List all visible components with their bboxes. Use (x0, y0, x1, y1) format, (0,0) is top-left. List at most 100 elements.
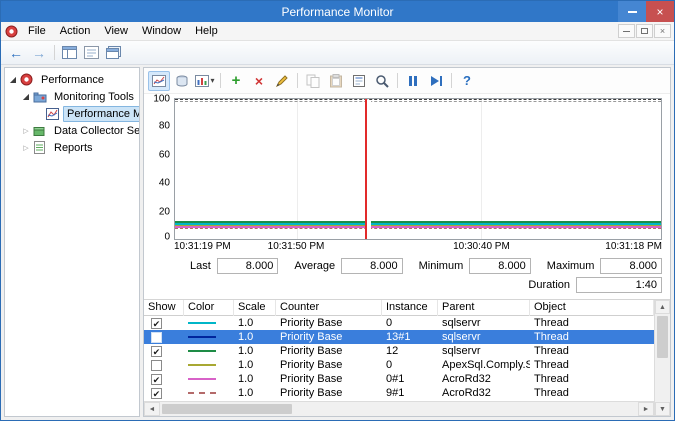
instance-cell: 13#1 (382, 330, 438, 344)
highlight-button[interactable] (271, 71, 293, 91)
minimize-button[interactable] (618, 1, 646, 22)
play-icon (431, 76, 439, 86)
tree-expander-icon[interactable]: ▷ (20, 127, 32, 135)
parent-cell: sqlservr (438, 344, 530, 358)
tree-item-label: Performance Monitor (63, 106, 140, 122)
menu-action[interactable]: Action (53, 23, 98, 39)
close-button[interactable]: × (646, 1, 674, 22)
delete-counter-button[interactable]: × (248, 71, 270, 91)
scroll-down-button[interactable]: ▼ (655, 402, 670, 416)
scroll-right-button[interactable]: ► (638, 402, 654, 416)
vertical-scrollbar[interactable]: ▲ ▼ (654, 300, 670, 416)
tree-item-data-collector-sets[interactable]: ▷ Data Collector Sets (5, 122, 139, 139)
scroll-up-button[interactable]: ▲ (655, 300, 670, 314)
tree-expander-icon[interactable]: ◢ (20, 92, 32, 101)
object-cell: Thread (530, 330, 654, 344)
show-checkbox[interactable] (151, 332, 162, 343)
parent-cell: ApexSql.Comply.Service (438, 358, 530, 372)
tree-expander-icon[interactable]: ▷ (20, 144, 32, 152)
mdi-minimize-button[interactable] (618, 24, 635, 38)
mdi-restore-button[interactable] (636, 24, 653, 38)
object-cell: Thread (530, 372, 654, 386)
minimum-value: 8.000 (469, 258, 531, 274)
y-tick: 60 (159, 149, 170, 160)
x-tick: 10:30:40 PM (453, 241, 510, 252)
toolbar-separator (451, 73, 452, 88)
counter-row[interactable]: ✔ 1.0 Priority Base 9#1 AcroRd32 Thread (144, 386, 654, 400)
counter-cell: Priority Base (276, 344, 382, 358)
new-window-button[interactable] (103, 43, 124, 63)
parent-cell: sqlservr (438, 316, 530, 330)
instance-cell: 12 (382, 344, 438, 358)
add-counter-button[interactable]: + (225, 71, 247, 91)
forward-button[interactable]: → (28, 45, 50, 61)
show-checkbox[interactable]: ✔ (151, 346, 162, 357)
chevron-down-icon: ▾ (210, 76, 214, 85)
menu-help[interactable]: Help (188, 23, 225, 39)
column-header-show[interactable]: Show (144, 300, 184, 316)
show-checkbox[interactable]: ✔ (151, 388, 162, 399)
color-swatch (188, 378, 216, 380)
counter-row[interactable]: ✔ 1.0 Priority Base 0 sqlservr Thread (144, 316, 654, 330)
title-bar[interactable]: Performance Monitor × (1, 1, 674, 22)
show-checkbox[interactable]: ✔ (151, 374, 162, 385)
view-current-activity-button[interactable] (148, 71, 170, 91)
counter-row[interactable]: ✔ 1.0 Priority Base 0#1 AcroRd32 Thread (144, 372, 654, 386)
scale-cell: 1.0 (234, 316, 276, 330)
help-button[interactable]: ? (456, 71, 478, 91)
scroll-left-button[interactable]: ◄ (144, 402, 160, 416)
instance-cell: 9#1 (382, 386, 438, 400)
column-header-counter[interactable]: Counter (276, 300, 382, 316)
menu-file[interactable]: File (21, 23, 53, 39)
show-checkbox[interactable]: ✔ (151, 318, 162, 329)
toolbar-separator (297, 73, 298, 88)
show-hide-console-tree-button[interactable] (59, 43, 80, 63)
tree-item-monitoring-tools[interactable]: ◢ Monitoring Tools (5, 88, 139, 105)
tree-item-label: Data Collector Sets (50, 123, 140, 139)
back-button[interactable]: ← (5, 45, 27, 61)
counter-row[interactable]: ✔ 1.0 Priority Base 12 sqlservr Thread (144, 344, 654, 358)
horizontal-scroll-thumb[interactable] (162, 404, 292, 414)
properties-button[interactable] (348, 71, 370, 91)
parent-cell: AcroRd32 (438, 386, 530, 400)
instance-cell: 0 (382, 316, 438, 330)
vertical-scroll-track[interactable] (655, 314, 670, 402)
mdi-close-button[interactable]: × (654, 24, 671, 38)
horizontal-scrollbar[interactable]: ◄ ► (144, 401, 654, 416)
counter-row[interactable]: 1.0 Priority Base 0 ApexSql.Comply.Servi… (144, 358, 654, 372)
menu-view[interactable]: View (97, 23, 135, 39)
menu-window[interactable]: Window (135, 23, 188, 39)
main-area: ◢ Performance ◢ Monitoring Tools Perform… (1, 65, 674, 420)
tree-expander-icon[interactable]: ◢ (7, 75, 19, 84)
object-cell: Thread (530, 316, 654, 330)
zoom-button[interactable] (371, 71, 393, 91)
tree-item-performance-monitor[interactable]: Performance Monitor (5, 105, 139, 122)
toolbar-separator (397, 73, 398, 88)
scale-cell: 1.0 (234, 372, 276, 386)
mdi-restore-icon (641, 28, 648, 34)
counter-cell: Priority Base (276, 330, 382, 344)
update-data-button[interactable] (425, 71, 447, 91)
change-graph-type-button[interactable]: ▾ (194, 71, 216, 91)
performance-monitor-pane: ▾ + × (143, 67, 671, 417)
tree-item-label: Reports (50, 140, 97, 156)
y-tick: 0 (164, 232, 170, 243)
horizontal-scroll-track[interactable] (160, 402, 638, 416)
show-checkbox[interactable] (151, 360, 162, 371)
column-header-color[interactable]: Color (184, 300, 234, 316)
properties-window-button[interactable] (81, 43, 102, 63)
tree-item-performance[interactable]: ◢ Performance (5, 71, 139, 88)
view-log-data-button[interactable] (171, 71, 193, 91)
series-line (175, 101, 661, 102)
column-header-scale[interactable]: Scale (234, 300, 276, 316)
tree-item-reports[interactable]: ▷ Reports (5, 139, 139, 156)
freeze-display-button[interactable] (402, 71, 424, 91)
column-header-parent[interactable]: Parent (438, 300, 530, 316)
column-header-object[interactable]: Object (530, 300, 654, 316)
vertical-scroll-thumb[interactable] (657, 316, 668, 358)
counter-rows: ✔ 1.0 Priority Base 0 sqlservr Thread 1.… (144, 316, 654, 401)
column-header-instance[interactable]: Instance (382, 300, 438, 316)
paste-counter-list-button[interactable] (325, 71, 347, 91)
counter-row[interactable]: 1.0 Priority Base 13#1 sqlservr Thread (144, 330, 654, 344)
copy-properties-button[interactable] (302, 71, 324, 91)
